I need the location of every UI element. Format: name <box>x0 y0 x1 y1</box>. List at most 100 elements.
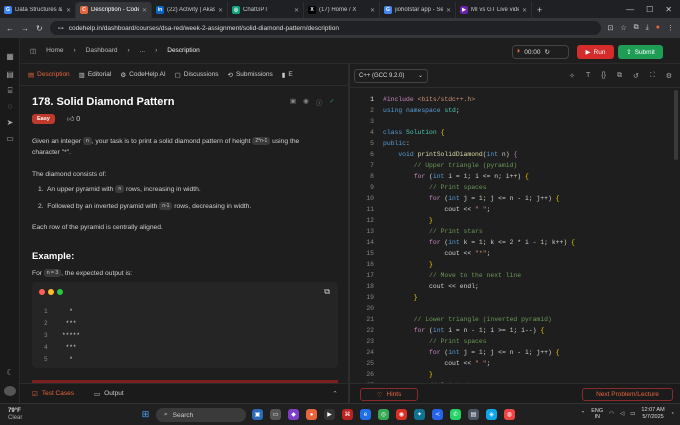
hints-button[interactable]: ♡ Hints <box>360 388 418 401</box>
app-icon[interactable]: ⌘ <box>342 409 353 420</box>
check-circle-icon[interactable]: ✓ <box>329 97 334 107</box>
tab-test-cases[interactable]: ☑ Test Cases <box>32 390 74 398</box>
breadcrumb-dashboard[interactable]: Dashboard <box>86 47 118 54</box>
app-icon[interactable]: ● <box>306 409 317 420</box>
timer[interactable]: ⏵ 00:00 ↻ <box>512 45 569 59</box>
reset-icon[interactable]: ↻ <box>545 48 550 56</box>
clock[interactable]: 12:07 AM 5/7/2025 <box>641 407 664 421</box>
close-tab-icon[interactable]: ✕ <box>370 7 375 14</box>
magic-wand-icon[interactable]: ✧ <box>569 72 575 80</box>
tab-submissions[interactable]: ⟲ Submissions <box>227 71 272 79</box>
windows-start-icon[interactable]: ⊞ <box>140 409 151 420</box>
next-problem-button[interactable]: Next Problem/Lecture <box>582 388 673 401</box>
extensions-icon[interactable]: ⧉ <box>634 24 639 32</box>
maximize-icon[interactable]: ☐ <box>646 5 653 14</box>
code-icon[interactable]: ⌸ <box>4 86 16 96</box>
close-tab-icon[interactable]: ✕ <box>522 7 527 14</box>
volume-icon[interactable]: ◁ <box>620 411 624 417</box>
weather-widget[interactable]: 79°F Clear <box>8 408 22 422</box>
browser-tab-1[interactable]: CDescription - CodeHe✕ <box>76 2 152 18</box>
send-icon[interactable]: ➤ <box>4 118 16 128</box>
close-tab-icon[interactable]: ✕ <box>218 7 223 14</box>
taskbar: 79°F Clear ⊞ ⌕ Search ▣ ▭ ◆ ● ▶ ⌘ e ◎ ◉ … <box>0 403 680 425</box>
browser-tab-6[interactable]: ▶ MI vs GT Live video ✕ <box>456 2 532 18</box>
braces-icon[interactable]: {} <box>601 72 606 80</box>
chat-icon[interactable]: ◌ <box>4 102 16 112</box>
chevron-up-icon[interactable]: ⌃ <box>332 390 338 398</box>
tab-more[interactable]: ▮ E <box>282 71 293 79</box>
back-icon[interactable]: ← <box>6 24 14 33</box>
system-tray: ⌃ ENG IN ◠ ◁ ▭ 12:07 AM 5/7/2025 ◔ <box>581 407 674 421</box>
browser-tab-4[interactable]: X (17) Home / X ✕ <box>304 2 380 18</box>
menu-icon[interactable]: ⋮ <box>667 24 674 32</box>
run-button[interactable]: ▶ Run <box>577 45 614 59</box>
likes[interactable]: 👍︎ 0 <box>67 114 80 123</box>
forward-icon[interactable]: → <box>21 24 29 33</box>
breadcrumb-ellipsis[interactable]: ... <box>140 47 145 54</box>
help-icon[interactable]: ⓘ <box>316 97 323 107</box>
close-tab-icon[interactable]: ✕ <box>66 7 71 14</box>
new-tab-icon[interactable]: + <box>532 5 547 18</box>
close-tab-icon[interactable]: ✕ <box>142 7 147 14</box>
reload-icon[interactable]: ↻ <box>36 24 43 33</box>
reset-icon[interactable]: ↺ <box>633 72 639 80</box>
browser-tab-5[interactable]: Gjiohotstar app - Sear✕ <box>380 2 456 18</box>
book-icon[interactable]: ▤ <box>4 70 16 80</box>
play-icon[interactable]: ⏵ <box>517 48 520 56</box>
chrome-icon[interactable]: ◎ <box>378 409 389 420</box>
code-editor[interactable]: 1 2 3 4 5 6 7 8 9 10 11 12 13 14 15 16 17 18 19 20 21 22 23 24 2… <box>350 88 680 383</box>
fullscreen-icon[interactable]: ⛶ <box>650 72 655 80</box>
font-icon[interactable]: T <box>586 72 590 80</box>
vscode-icon[interactable]: ≺ <box>432 409 443 420</box>
scrollbar[interactable] <box>674 90 678 160</box>
file-explorer-icon[interactable]: ▭ <box>270 409 281 420</box>
app-icon[interactable]: ◍ <box>504 409 515 420</box>
tab-description[interactable]: ▤ Description <box>28 71 70 79</box>
copy-icon[interactable]: ⧉ <box>617 72 622 80</box>
language-select[interactable]: C++ (GCC 9.2.0) ⌄ <box>354 68 428 83</box>
close-tab-icon[interactable]: ✕ <box>446 7 451 14</box>
app-icon[interactable]: ▤ <box>468 409 479 420</box>
url-field[interactable]: ⊶ codehelp.in/dashboard/courses/dsa-red/… <box>49 21 601 35</box>
minimize-icon[interactable]: — <box>626 5 634 14</box>
tab-codehelp-ai[interactable]: ⚙ CodeHelp AI <box>120 71 165 79</box>
app-icon[interactable]: ✦ <box>414 409 425 420</box>
app-icon[interactable]: ◉ <box>396 409 407 420</box>
language-indicator[interactable]: ENG IN <box>591 408 603 420</box>
browser-tab-2[interactable]: in (22) Activity | Akash ✕ <box>152 2 228 18</box>
submit-button[interactable]: ⇪ Submit <box>618 45 663 59</box>
bookmark-star-icon[interactable]: ☆ <box>620 24 626 32</box>
site-info-icon[interactable]: ⊶ <box>58 25 64 32</box>
user-avatar[interactable] <box>4 386 16 396</box>
folder-icon[interactable]: ▭ <box>4 134 16 144</box>
app-icon[interactable]: ◆ <box>288 409 299 420</box>
close-window-icon[interactable]: ✕ <box>665 5 672 14</box>
breadcrumb-home[interactable]: Home <box>46 47 63 54</box>
notification-icon[interactable]: ◔ <box>671 411 674 417</box>
task-view-icon[interactable]: ▣ <box>252 409 263 420</box>
download-icon[interactable]: ⤓ <box>646 24 649 32</box>
theme-icon[interactable]: ☾ <box>4 368 16 378</box>
install-icon[interactable]: ⊡ <box>608 24 614 32</box>
browser-tab-3[interactable]: ◎ ChatGPT ✕ <box>228 2 304 18</box>
tab-discussions[interactable]: ▢ Discussions <box>175 71 219 79</box>
app-icon[interactable]: ◈ <box>486 409 497 420</box>
settings-icon[interactable]: ⚙ <box>666 72 672 80</box>
tab-output[interactable]: ▭ Output <box>94 390 124 398</box>
browser-tab-0[interactable]: GData Structures & Al✕ <box>0 2 76 18</box>
sidebar-toggle-icon[interactable]: ◫ <box>30 47 36 55</box>
tab-editorial[interactable]: ▥ Editorial <box>79 71 112 79</box>
wifi-icon[interactable]: ◠ <box>609 411 614 417</box>
eye-icon[interactable]: ◉ <box>303 97 309 107</box>
grid-icon[interactable]: ▦ <box>4 52 16 62</box>
edge-icon[interactable]: e <box>360 409 371 420</box>
chevron-up-icon[interactable]: ⌃ <box>581 411 586 417</box>
app-icon[interactable]: ▶ <box>324 409 335 420</box>
copy-icon[interactable]: ⧉ <box>324 287 330 297</box>
battery-icon[interactable]: ▭ <box>630 411 635 417</box>
profile-icon[interactable]: ● <box>656 24 660 32</box>
close-tab-icon[interactable]: ✕ <box>294 7 299 14</box>
taskbar-search[interactable]: ⌕ Search <box>156 408 246 422</box>
whatsapp-icon[interactable]: ✆ <box>450 409 461 420</box>
bookmark-icon[interactable]: ▣ <box>290 97 296 107</box>
